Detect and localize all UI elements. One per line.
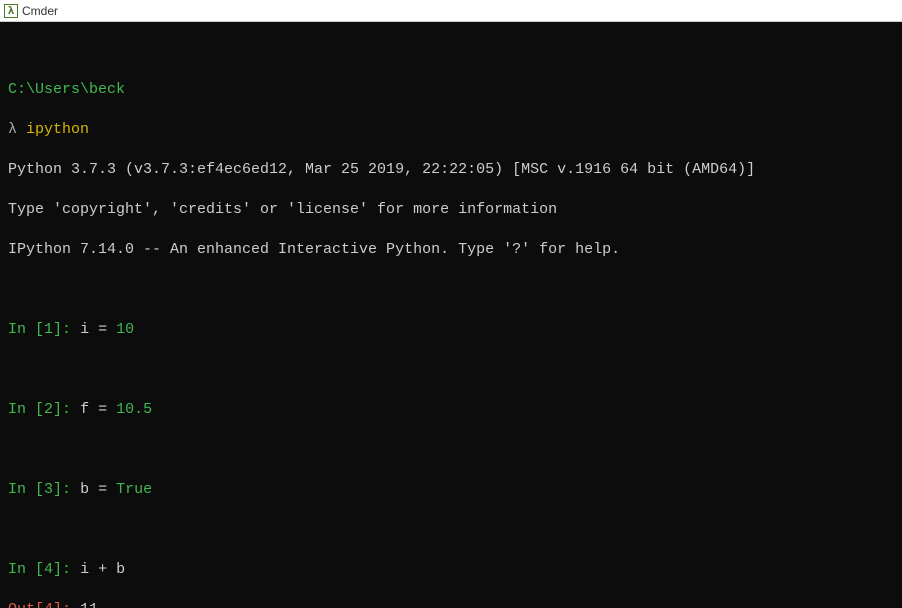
in-num-1: 10 [116, 321, 134, 338]
in-label-4: In [4]: [8, 561, 71, 578]
in-code-2: f = [80, 401, 116, 418]
terminal-area[interactable]: C:\Users\beck λ ipython Python 3.7.3 (v3… [0, 22, 902, 608]
out-label-4: Out[4]: [8, 601, 71, 608]
lambda-icon: λ [4, 4, 18, 18]
prompt-space [17, 121, 26, 138]
in-code-1: i = [80, 321, 116, 338]
window-title: Cmder [22, 1, 58, 21]
banner-line-0: Python 3.7.3 (v3.7.3:ef4ec6ed12, Mar 25 … [8, 161, 755, 178]
prompt-lambda: λ [8, 121, 17, 138]
window-titlebar: λ Cmder [0, 0, 902, 22]
in-label-1: In [1]: [8, 321, 71, 338]
in-label-2: In [2]: [8, 401, 71, 418]
in-code-4: i + b [80, 561, 125, 578]
banner-line-1: Type 'copyright', 'credits' or 'license'… [8, 201, 557, 218]
in-num-2: 10.5 [116, 401, 152, 418]
command-text: ipython [26, 121, 89, 138]
cwd-path: C:\Users\beck [8, 81, 125, 98]
in-label-3: In [3]: [8, 481, 71, 498]
in-kw-3: True [116, 481, 152, 498]
banner-line-2: IPython 7.14.0 -- An enhanced Interactiv… [8, 241, 620, 258]
out-val-4: 11 [80, 601, 98, 608]
in-code-3: b = [80, 481, 116, 498]
